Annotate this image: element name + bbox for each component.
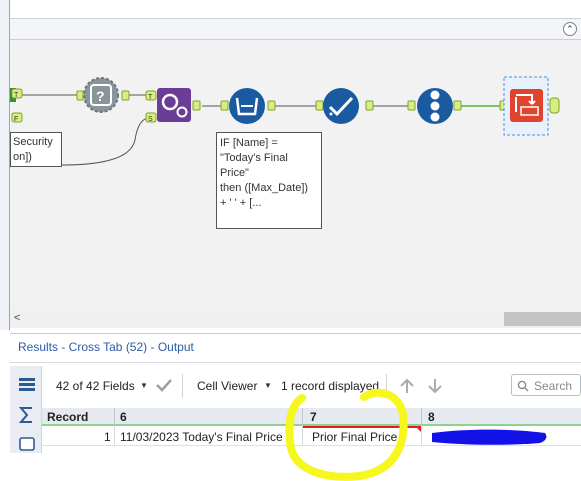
anchor-label-s: S [148, 116, 153, 123]
table-row[interactable]: 1 11/03/2023 Today's Final Price Prior F… [42, 426, 581, 446]
results-sidebar [10, 366, 42, 453]
column-header-6[interactable]: 6 [120, 410, 127, 424]
cell-viewer-selector[interactable]: Cell Viewer [197, 379, 257, 393]
summarize-tool[interactable] [220, 88, 276, 124]
canvas-header-bar: ⌃ [10, 18, 581, 40]
column-header-8[interactable]: 8 [428, 410, 435, 424]
scroll-thumb[interactable] [504, 312, 581, 326]
column-divider [421, 408, 422, 426]
fields-selector[interactable]: 42 of 42 Fields [56, 379, 135, 393]
formula-annotation: IF [Name] = "Today's Final Price" then (… [216, 132, 322, 229]
rows-view-icon[interactable] [18, 376, 36, 394]
search-icon [517, 380, 529, 392]
cell-6[interactable]: 11/03/2023 Today's Final Price [120, 430, 283, 444]
column-header-record[interactable]: Record [47, 410, 88, 424]
svg-text:?: ? [96, 88, 105, 104]
canvas-horizontal-scrollbar[interactable]: < [10, 310, 581, 328]
column-header-7[interactable]: 7 [310, 410, 317, 424]
sum-metadata-icon[interactable] [18, 406, 36, 424]
chevron-down-icon[interactable]: ▼ [140, 381, 148, 390]
collapse-icon[interactable]: ⌃ [563, 22, 577, 36]
search-placeholder: Search [534, 379, 573, 393]
search-input[interactable]: Search [511, 374, 581, 396]
arrow-up-icon[interactable] [399, 377, 415, 395]
connector-line [61, 117, 149, 166]
results-toolbar: 42 of 42 Fields ▼ Cell Viewer ▼ 1 record… [42, 368, 581, 404]
cell-record[interactable]: 1 [104, 430, 111, 444]
record-id-tool[interactable] [407, 88, 462, 124]
cell-7[interactable]: Prior Final Price [312, 430, 397, 444]
anchor-label-t: T [14, 92, 19, 99]
cross-tab-tool[interactable] [499, 76, 560, 136]
record-count-label: 1 record displayed [281, 379, 380, 393]
select-tool[interactable] [315, 88, 374, 124]
column-divider [421, 426, 422, 446]
results-table-header: Record 6 7 8 [42, 408, 581, 426]
filter-question-tool[interactable]: ? [76, 77, 130, 113]
formula-tool[interactable]: T S [145, 88, 201, 123]
anchor-label-f: F [14, 116, 18, 123]
column-divider [302, 408, 303, 426]
apply-check-icon[interactable] [155, 377, 173, 393]
scroll-left-icon[interactable]: < [14, 312, 20, 324]
left-tool-palette-edge [0, 0, 10, 330]
column-divider [114, 408, 115, 426]
chevron-down-icon[interactable]: ▼ [264, 381, 272, 390]
cell-error-border [303, 426, 421, 428]
column-divider [302, 426, 303, 446]
tool-annotation: Security on]) [10, 132, 62, 167]
anchor-label-t: T [148, 94, 153, 101]
column-divider [114, 426, 115, 446]
bottom-blank-area [0, 453, 581, 481]
results-title: Results - Cross Tab (52) - Output [18, 340, 194, 354]
message-icon[interactable] [18, 436, 36, 454]
divider [10, 362, 581, 363]
left-tool-anchors: T F [10, 88, 23, 123]
toolbar-divider [386, 374, 387, 398]
arrow-down-icon[interactable] [427, 377, 443, 395]
toolbar-divider [182, 374, 183, 398]
